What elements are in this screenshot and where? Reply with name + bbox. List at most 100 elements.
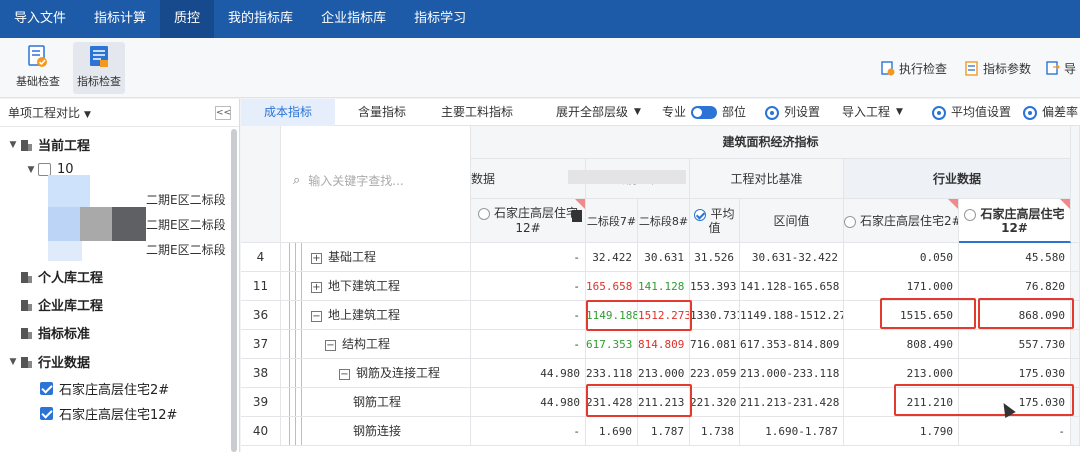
basic-check-label: 基础检查 <box>16 75 60 88</box>
cell-range: 1149.188-1512.273 <box>740 301 844 330</box>
menu-indicator-calc[interactable]: 指标计算 <box>80 0 160 38</box>
tab-cost-indicator[interactable]: 成本指标 <box>241 99 335 126</box>
collapse-minus-icon[interactable]: − <box>339 369 350 380</box>
project-compare-dropdown[interactable]: 单项工程对比 ▼ <box>0 99 239 127</box>
expand-plus-icon[interactable]: + <box>311 282 322 293</box>
average-settings-button[interactable]: 平均值设置 <box>932 99 1011 126</box>
menu-my-indicator-lib[interactable]: 我的指标库 <box>214 0 307 38</box>
radio-selected-icon[interactable] <box>694 208 707 221</box>
tree-guide-line <box>295 388 296 416</box>
row-name: 钢筋连接 <box>353 424 402 438</box>
row-number: 37 <box>241 330 281 359</box>
row-name-cell[interactable]: + 基础工程 <box>281 243 471 272</box>
row-number-header <box>241 126 281 243</box>
collapse-panel-button[interactable]: << <box>215 106 231 120</box>
col-average[interactable]: 平均值 <box>690 199 740 243</box>
tree-guide-line <box>301 417 302 445</box>
deviation-label: 偏差率 <box>1042 105 1079 119</box>
gear-icon <box>1023 105 1037 120</box>
tree-guide-line <box>289 417 290 445</box>
col-sjz-header[interactable]: 石家庄高层住宅 12# <box>471 199 586 243</box>
radio-button[interactable] <box>477 207 490 220</box>
col-cur8[interactable]: 二标段8# <box>638 199 690 243</box>
sub-project-label[interactable]: 二期E区二标段 <box>146 216 226 233</box>
row-name-cell[interactable]: − 地上建筑工程 <box>281 301 471 330</box>
column-settings-button[interactable]: 列设置 <box>765 99 820 126</box>
tree-guide-line <box>289 359 290 387</box>
row-name-cell[interactable]: 钢筋连接 <box>281 417 471 446</box>
flag-icon <box>948 199 958 209</box>
tree-personal-lib[interactable]: 个人库工程 <box>20 267 103 286</box>
tree-current-project[interactable]: ▼ 当前工程 <box>6 135 90 154</box>
row-number: 39 <box>241 388 281 417</box>
tree-industry-item[interactable]: 石家庄高层住宅2# <box>40 379 169 398</box>
tree-guide-line <box>295 243 296 271</box>
toggle-switch[interactable] <box>691 106 718 119</box>
expand-plus-icon[interactable]: + <box>311 253 322 264</box>
deviation-button[interactable]: 偏差率 <box>1023 99 1078 126</box>
search-input[interactable]: 输入关键字查找... <box>308 172 403 189</box>
menu-enterprise-indicator-lib[interactable]: 企业指标库 <box>307 0 400 38</box>
watermark-text: 大数跨境 <box>46 425 114 446</box>
execute-check-button[interactable]: 执行检查 <box>881 60 947 77</box>
cell-average: 31.526 <box>690 243 740 272</box>
building-icon <box>21 328 32 339</box>
col-cur7[interactable]: 二标段7# <box>586 199 638 243</box>
col-range[interactable]: 区间值 <box>740 199 844 243</box>
indicator-check-button[interactable]: 指标检查 <box>73 42 125 94</box>
expand-arrow-icon: ▼ <box>27 164 35 175</box>
menu-import-file[interactable]: 导入文件 <box>0 0 80 38</box>
cell-industry-12: 557.730 <box>959 330 1071 359</box>
building-icon <box>21 272 32 283</box>
import-project-dropdown[interactable]: 导入工程 ▼ <box>842 99 903 126</box>
tree-guide-line <box>301 359 302 387</box>
col-ind2[interactable]: 石家庄高层住宅2# <box>844 199 959 243</box>
radio-button[interactable] <box>964 208 977 221</box>
cell-current-7: 165.658 <box>586 272 638 301</box>
grid-edge <box>1071 417 1080 446</box>
cell-current-7: 32.422 <box>586 243 638 272</box>
collapse-minus-icon[interactable]: − <box>311 311 322 322</box>
cell-current-8: 30.631 <box>638 243 690 272</box>
sub-project-label[interactable]: 二期E区二标段 <box>146 191 226 208</box>
cell-range: 1.690-1.787 <box>740 417 844 446</box>
cell-industry-2: 808.490 <box>844 330 959 359</box>
col-ind12[interactable]: 石家庄高层住宅 12# <box>959 199 1071 243</box>
tree-enterprise-lib[interactable]: 企业库工程 <box>20 295 103 314</box>
search-box[interactable]: ⌕ 输入关键字查找... <box>293 172 404 189</box>
specialty-part-toggle[interactable]: 专业 部位 <box>662 99 746 126</box>
cell-current-7: 617.353 <box>586 330 638 359</box>
expand-all-levels-dropdown[interactable]: 展开全部层级 ▼ <box>556 99 641 126</box>
menu-quality-control[interactable]: 质控 <box>160 0 215 38</box>
left-panel-scrollbar[interactable] <box>231 129 237 452</box>
row-name-cell[interactable]: 钢筋工程 <box>281 388 471 417</box>
export-button[interactable]: 导 <box>1046 60 1076 77</box>
project-compare-label: 单项工程对比 <box>8 106 81 120</box>
cell-industry-2: 211.210 <box>844 388 959 417</box>
cell-sjz12: 44.980 <box>471 388 586 417</box>
collapse-minus-icon[interactable]: − <box>325 340 336 351</box>
cell-industry-2: 0.050 <box>844 243 959 272</box>
ribbon-toolbar: 基础检查 指标检查 执行检查 指标参数 导 <box>0 38 1080 98</box>
grid-edge <box>1071 126 1080 243</box>
cell-range: 617.353-814.809 <box>740 330 844 359</box>
tree-indicator-standard[interactable]: 指标标准 <box>20 323 90 342</box>
row-name: 钢筋工程 <box>353 395 402 409</box>
row-name-cell[interactable]: − 结构工程 <box>281 330 471 359</box>
cell-industry-12: 868.090 <box>959 301 1071 330</box>
tree-industry-data[interactable]: ▼ 行业数据 <box>6 352 90 371</box>
row-name-cell[interactable]: − 钢筋及连接工程 <box>281 359 471 388</box>
expand-arrow-icon: ▼ <box>9 139 17 150</box>
industry-item-checkbox[interactable] <box>40 382 53 395</box>
basic-check-button[interactable]: 基础检查 <box>12 42 64 94</box>
cell-sjz12: - <box>471 330 586 359</box>
menu-indicator-learning[interactable]: 指标学习 <box>400 0 480 38</box>
indicator-params-button[interactable]: 指标参数 <box>965 60 1031 77</box>
row-name-cell[interactable]: + 地下建筑工程 <box>281 272 471 301</box>
tab-main-material-indicator[interactable]: 主要工料指标 <box>429 99 525 126</box>
tab-quantity-indicator[interactable]: 含量指标 <box>335 99 429 126</box>
radio-button[interactable] <box>844 215 856 228</box>
grid-edge <box>1071 272 1080 301</box>
sub-project-label[interactable]: 二期E区二标段 <box>146 241 226 258</box>
cell-current-7: 233.118 <box>586 359 638 388</box>
